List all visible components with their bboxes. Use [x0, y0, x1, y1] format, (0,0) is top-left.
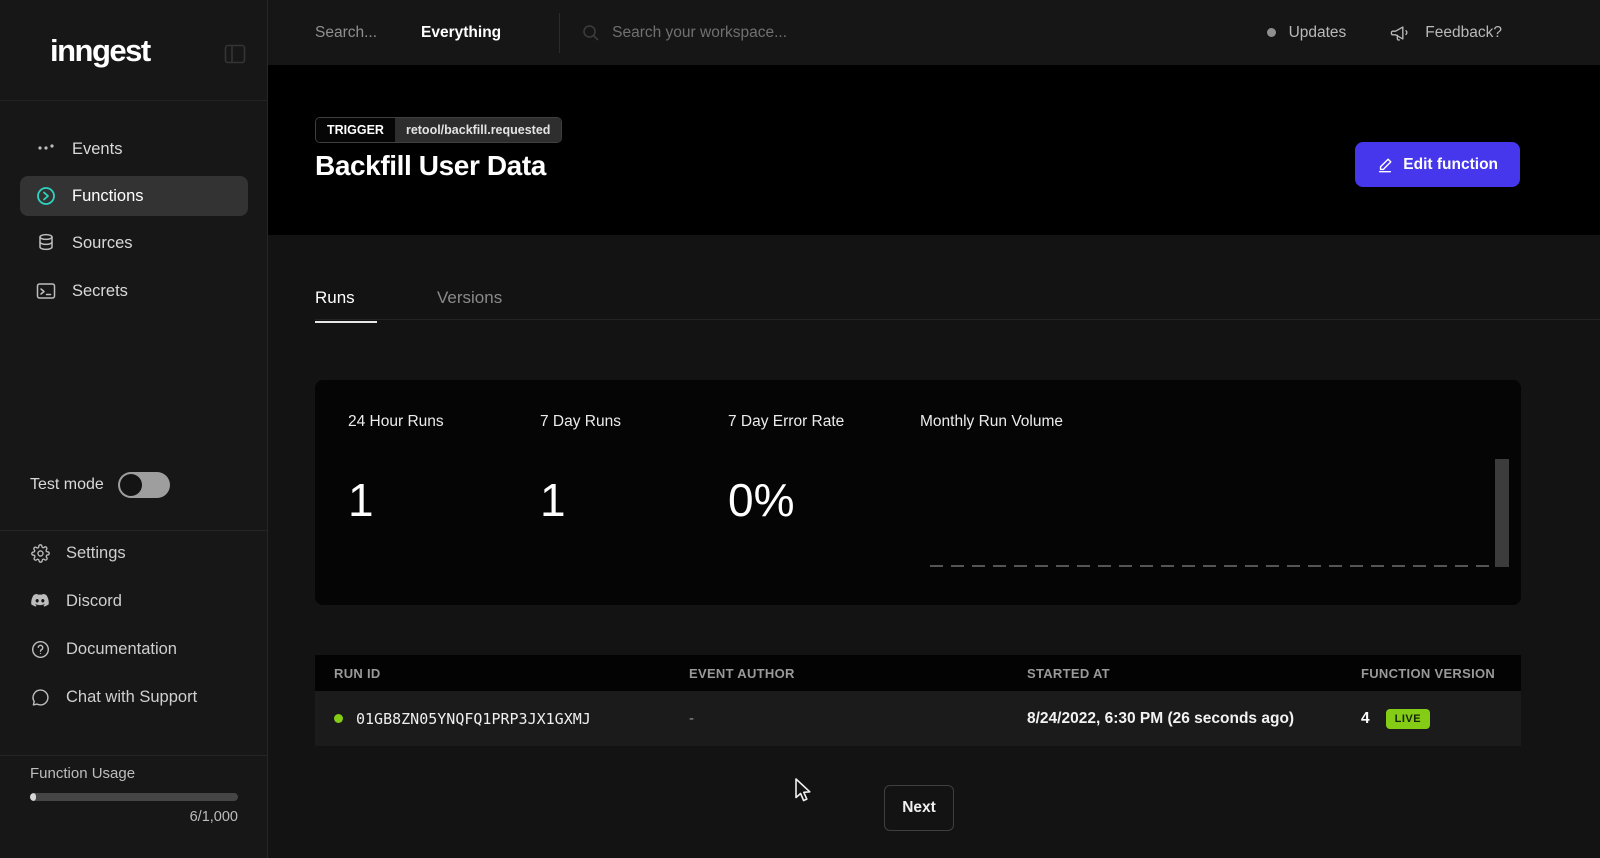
tabs-rule — [315, 319, 1600, 320]
sidebar-item-events[interactable]: Events — [20, 129, 248, 169]
function-usage-value: 6/1,000 — [30, 809, 238, 825]
next-page-button[interactable]: Next — [884, 785, 954, 831]
updates-label: Updates — [1289, 24, 1347, 42]
table-header: RUN ID EVENT AUTHOR STARTED AT FUNCTION … — [315, 655, 1521, 691]
sidebar-item-settings[interactable]: Settings — [20, 531, 248, 575]
feedback-label: Feedback? — [1425, 24, 1502, 42]
feedback-button[interactable]: Feedback? — [1390, 23, 1502, 43]
updates-dot-icon — [1267, 28, 1276, 37]
workspace-search-input[interactable] — [612, 24, 1032, 42]
function-usage: Function Usage 6/1,000 — [30, 765, 238, 825]
started-at-cell: 8/24/2022, 6:30 PM (26 seconds ago) — [1008, 710, 1342, 728]
col-function-version: FUNCTION VERSION — [1342, 666, 1521, 681]
main-content: Runs Versions 24 Hour Runs 1 7 Day Runs … — [268, 235, 1600, 858]
sidebar-item-discord[interactable]: Discord — [20, 579, 248, 623]
run-status-dot-icon — [334, 714, 343, 723]
stat-7d-error-rate: 7 Day Error Rate 0% — [728, 413, 844, 527]
sidebar-item-label: Sources — [72, 234, 133, 253]
sidebar-collapse-icon[interactable] — [224, 43, 246, 65]
stat-24h-runs: 24 Hour Runs 1 — [348, 413, 444, 527]
trigger-badge-type: TRIGGER — [316, 118, 395, 142]
database-icon — [36, 233, 56, 253]
function-version-cell: 4 LIVE — [1342, 709, 1521, 729]
trigger-badge-event: retool/backfill.requested — [395, 118, 561, 142]
trigger-badge: TRIGGER retool/backfill.requested — [315, 117, 562, 143]
sidebar-divider — [0, 755, 268, 756]
workspace-search — [582, 24, 1266, 42]
function-header: TRIGGER retool/backfill.requested Backfi… — [268, 65, 1600, 235]
search-trigger[interactable]: Search... — [315, 24, 377, 42]
function-usage-bar — [30, 793, 238, 801]
sidebar-item-label: Documentation — [66, 640, 177, 659]
sidebar-item-sources[interactable]: Sources — [20, 223, 248, 263]
run-id-cell: 01GB8ZN05YNQFQ1PRP3JX1GXMJ — [315, 710, 670, 728]
test-mode-label: Test mode — [30, 476, 104, 494]
sidebar-item-documentation[interactable]: Documentation — [20, 627, 248, 671]
dots-icon — [36, 139, 56, 159]
stat-label: 24 Hour Runs — [348, 413, 444, 431]
search-scope-everything[interactable]: Everything — [421, 24, 501, 42]
sidebar-item-label: Chat with Support — [66, 688, 197, 707]
stat-label: 7 Day Error Rate — [728, 413, 844, 431]
updates-button[interactable]: Updates — [1267, 24, 1347, 42]
topbar-right: Updates Feedback? — [1267, 23, 1600, 43]
sidebar-item-chat-support[interactable]: Chat with Support — [20, 675, 248, 719]
question-circle-icon — [30, 639, 50, 659]
sidebar-item-label: Secrets — [72, 282, 128, 301]
sidebar-item-secrets[interactable]: Secrets — [20, 271, 248, 311]
pencil-icon — [1377, 157, 1393, 173]
function-usage-label: Function Usage — [30, 765, 238, 782]
stat-value: 1 — [540, 473, 621, 527]
monthly-run-volume-plot — [930, 457, 1509, 567]
toggle-knob — [120, 474, 142, 496]
gear-icon — [30, 543, 50, 563]
stat-label: 7 Day Runs — [540, 413, 621, 431]
tabs: Runs Versions — [315, 288, 502, 323]
sidebar-item-label: Discord — [66, 592, 122, 611]
chart-title: Monthly Run Volume — [920, 413, 1509, 431]
circle-chevron-icon — [36, 186, 56, 206]
sidebar-item-label: Events — [72, 140, 122, 159]
topbar: Search... Everything Updates Feedback? — [268, 0, 1600, 65]
page-title: Backfill User Data — [315, 150, 546, 182]
edit-function-label: Edit function — [1403, 156, 1498, 174]
sidebar-item-functions[interactable]: Functions — [20, 176, 248, 216]
chat-bubble-icon — [30, 687, 50, 707]
event-author-cell: - — [670, 710, 1008, 727]
discord-icon — [30, 591, 50, 611]
monthly-run-volume-chart: Monthly Run Volume — [920, 413, 1509, 567]
stats-card: 24 Hour Runs 1 7 Day Runs 1 7 Day Error … — [315, 380, 1521, 605]
table-row[interactable]: 01GB8ZN05YNQFQ1PRP3JX1GXMJ - 8/24/2022, … — [315, 691, 1521, 746]
edit-function-button[interactable]: Edit function — [1355, 142, 1520, 187]
test-mode-toggle[interactable] — [118, 472, 170, 498]
stat-value: 0% — [728, 473, 844, 527]
search-icon — [582, 24, 600, 42]
inngest-logo: inngest — [50, 33, 150, 69]
col-event-author: EVENT AUTHOR — [670, 666, 1008, 681]
stat-value: 1 — [348, 473, 444, 527]
sidebar-item-label: Functions — [72, 187, 144, 206]
live-status-badge: LIVE — [1386, 709, 1430, 729]
megaphone-icon — [1390, 23, 1412, 43]
test-mode-row: Test mode — [30, 472, 170, 498]
terminal-icon — [36, 281, 56, 301]
sidebar-item-label: Settings — [66, 544, 126, 563]
col-started-at: STARTED AT — [1008, 666, 1342, 681]
runs-table: RUN ID EVENT AUTHOR STARTED AT FUNCTION … — [315, 655, 1521, 746]
version-number: 4 — [1361, 710, 1370, 728]
stat-7d-runs: 7 Day Runs 1 — [540, 413, 621, 527]
tab-versions[interactable]: Versions — [437, 288, 502, 323]
col-run-id: RUN ID — [315, 666, 670, 681]
logo-block: inngest — [0, 0, 267, 101]
sidebar: inngest Events Functions — [0, 0, 268, 858]
topbar-divider — [559, 13, 560, 53]
run-id: 01GB8ZN05YNQFQ1PRP3JX1GXMJ — [356, 710, 591, 728]
function-usage-fill — [30, 793, 36, 801]
tab-runs[interactable]: Runs — [315, 288, 377, 323]
